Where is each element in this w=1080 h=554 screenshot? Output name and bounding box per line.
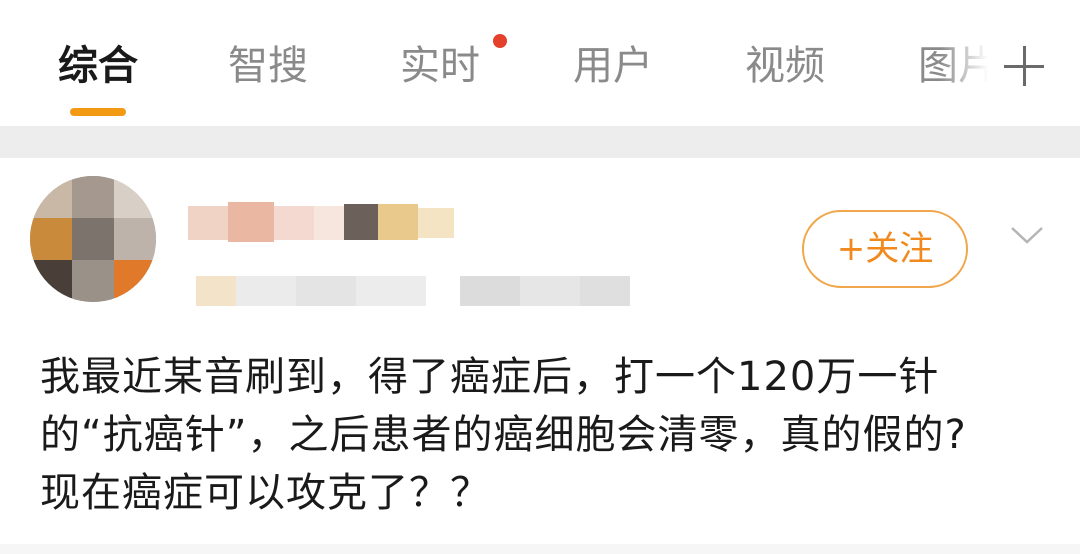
follow-button[interactable]: +关注 (802, 210, 968, 288)
post-text-line: 的“抗癌针”，之后患者的癌细胞会清零，真的假的? (40, 412, 967, 458)
plus-icon[interactable] (1004, 46, 1044, 86)
tab-comprehensive[interactable]: 综合 (58, 40, 138, 92)
tab-smart-search[interactable]: 智搜 (228, 40, 308, 92)
post-body: 我最近某音刷到，得了癌症后，打一个120万一针 的“抗癌针”，之后患者的癌细胞会… (40, 348, 1060, 522)
tab-overflow-fade (940, 30, 1000, 100)
post-text-line: 现在癌症可以攻克了？？ (40, 470, 491, 516)
tab-realtime[interactable]: 实时 (400, 40, 480, 92)
active-tab-indicator (70, 108, 126, 116)
chevron-down-icon[interactable] (1010, 218, 1044, 252)
search-tab-bar: 综合 智搜 实时 用户 视频 图片 (0, 0, 1080, 126)
realtime-badge-dot (493, 34, 507, 48)
section-divider (0, 126, 1080, 158)
avatar[interactable] (30, 176, 156, 302)
post-text-line: 我最近某音刷到，得了癌症后，打一个120万一针 (40, 354, 940, 400)
post-card: +关注 我最近某音刷到，得了癌症后，打一个120万一针 的“抗癌针”，之后患者的… (0, 158, 1080, 554)
tab-video[interactable]: 视频 (745, 40, 825, 92)
bottom-strip (0, 544, 1080, 554)
tab-users[interactable]: 用户 (573, 40, 653, 92)
